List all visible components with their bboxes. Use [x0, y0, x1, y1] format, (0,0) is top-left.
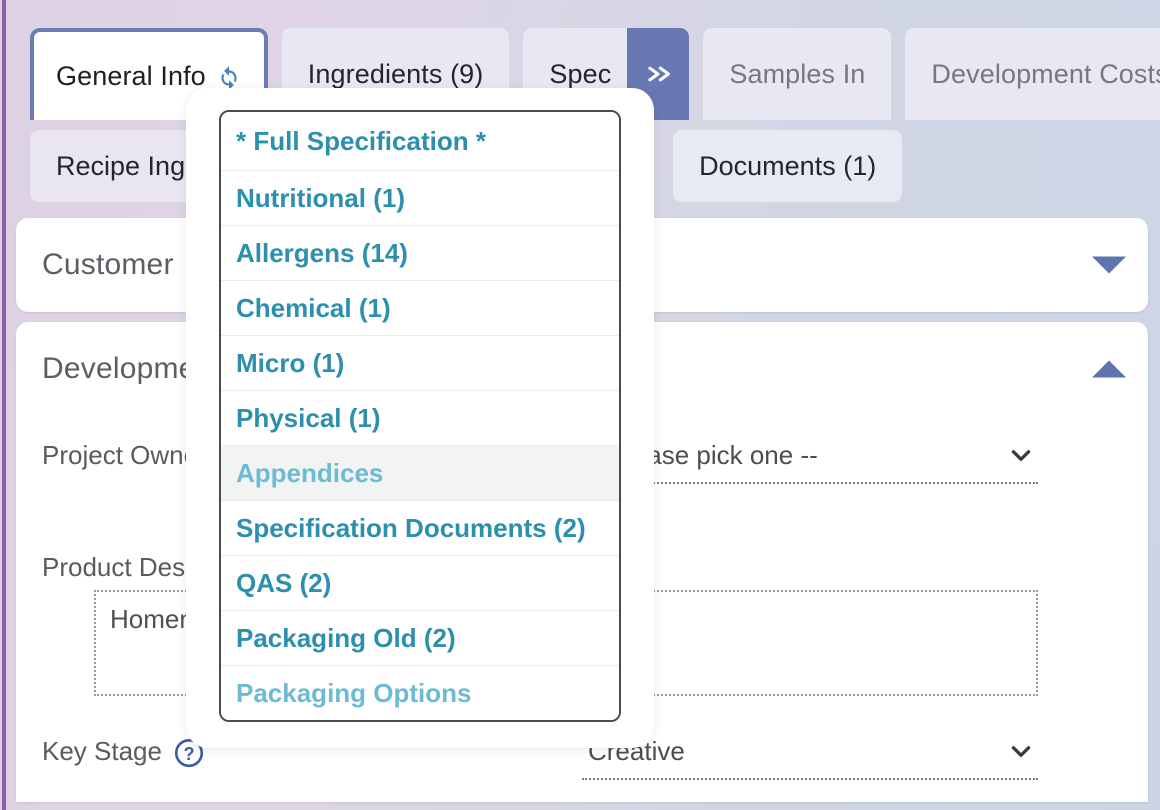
- tab-samples-in-label: Samples In: [729, 58, 866, 89]
- menu-item-label: Appendices: [236, 457, 384, 488]
- menu-item-label: QAS (2): [236, 567, 332, 598]
- triangle-up-icon[interactable]: [1092, 360, 1126, 378]
- key-stage-label-text: Key Stage: [42, 736, 162, 766]
- menu-item-label: Packaging Old (2): [236, 622, 456, 653]
- tab-samples-in[interactable]: Samples In: [703, 28, 892, 120]
- menu-item-label: Chemical (1): [236, 292, 391, 323]
- project-owner-label: Project Owner: [42, 440, 207, 470]
- menu-item-qas[interactable]: QAS (2): [221, 555, 619, 610]
- menu-item-full-specification[interactable]: * Full Specification *: [221, 112, 619, 170]
- menu-item-label: * Full Specification *: [236, 125, 486, 156]
- svg-text:?: ?: [183, 743, 194, 763]
- spec-dropdown-menu: * Full Specification * Nutritional (1) A…: [219, 110, 621, 722]
- menu-item-label: Nutritional (1): [236, 182, 405, 213]
- app-window: General Info Ingredients (9) Spec Sample…: [0, 0, 1160, 810]
- menu-item-label: Specification Documents (2): [236, 512, 586, 543]
- tab-development-costs-label: Development Costs: [931, 58, 1160, 89]
- left-accent-rail: [2, 0, 6, 810]
- menu-item-allergens[interactable]: Allergens (14): [221, 225, 619, 280]
- menu-item-label: Physical (1): [236, 402, 381, 433]
- menu-item-packaging-options[interactable]: Packaging Options: [221, 665, 619, 720]
- tab-ingredients-label: Ingredients (9): [307, 58, 484, 89]
- tab-documents[interactable]: Documents (1): [673, 130, 903, 202]
- key-stage-field-wrap: Creative: [582, 736, 1038, 780]
- menu-item-label: Micro (1): [236, 347, 345, 378]
- menu-item-label: Allergens (14): [236, 237, 408, 268]
- menu-item-nutritional[interactable]: Nutritional (1): [221, 170, 619, 225]
- key-stage-select[interactable]: Creative: [582, 736, 1038, 780]
- chevron-down-icon[interactable]: [1008, 442, 1034, 468]
- menu-item-label: Packaging Options: [236, 677, 472, 708]
- menu-item-physical[interactable]: Physical (1): [221, 390, 619, 445]
- triangle-down-icon[interactable]: [1092, 256, 1126, 274]
- menu-item-appendices[interactable]: Appendices: [221, 445, 619, 500]
- menu-item-specification-documents[interactable]: Specification Documents (2): [221, 500, 619, 555]
- tab-spec-label: Spec: [549, 58, 612, 89]
- key-stage-label: Key Stage ?: [42, 736, 204, 767]
- menu-item-micro[interactable]: Micro (1): [221, 335, 619, 390]
- tab-general-info-label: General Info: [56, 60, 206, 91]
- tab-documents-label: Documents (1): [699, 150, 877, 181]
- menu-item-packaging-old[interactable]: Packaging Old (2): [221, 610, 619, 665]
- tab-development-costs[interactable]: Development Costs: [905, 28, 1160, 120]
- customer-panel-title: Customer: [42, 248, 174, 281]
- menu-item-chemical[interactable]: Chemical (1): [221, 280, 619, 335]
- chevron-down-icon[interactable]: [1008, 738, 1034, 764]
